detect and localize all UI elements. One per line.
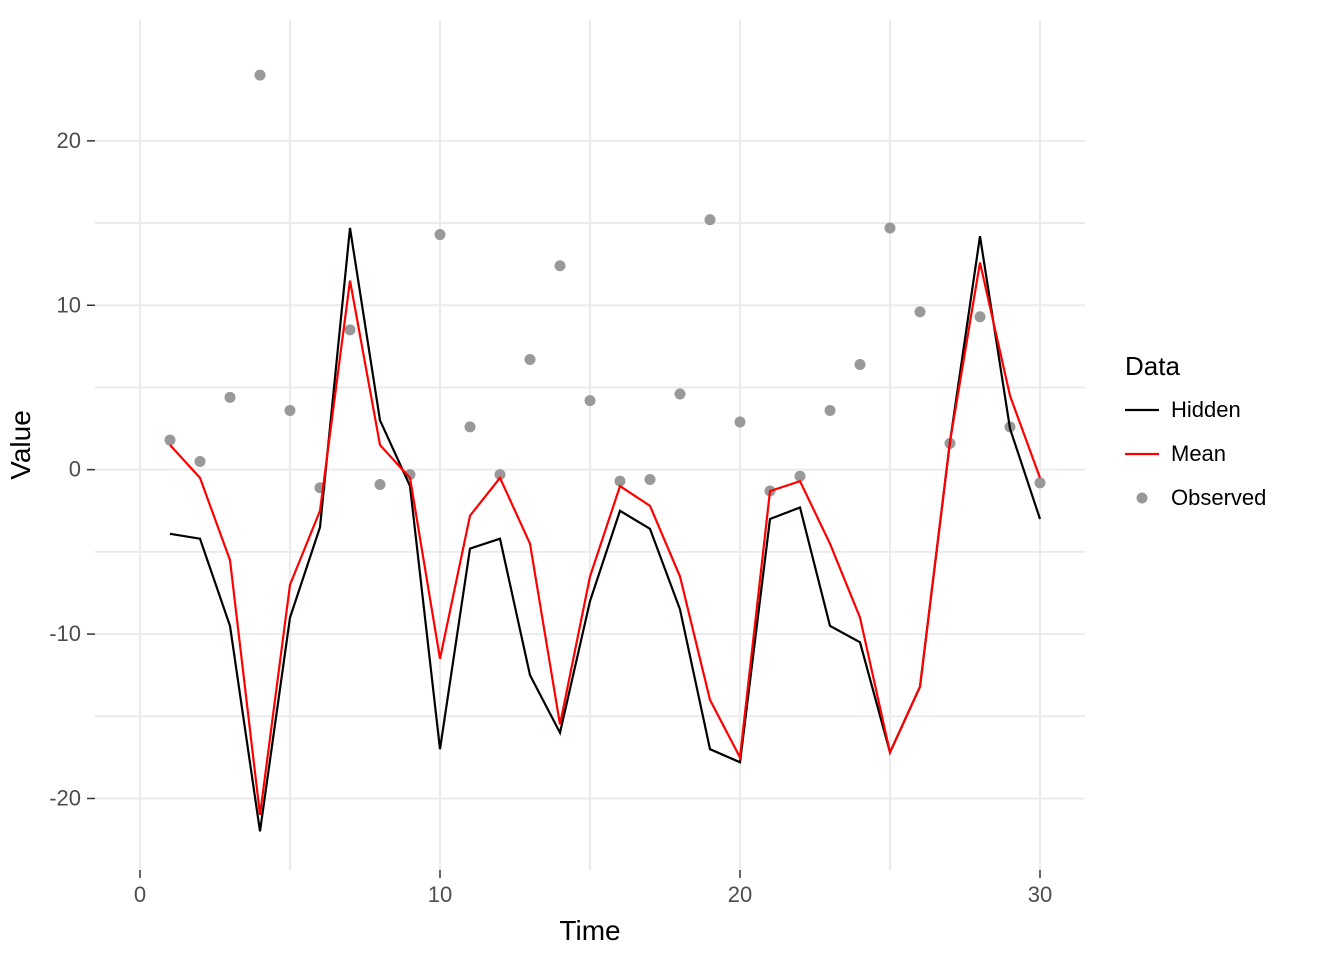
observed-point bbox=[525, 354, 536, 365]
chart-container: 0 10 20 30 Time -20 -10 0 10 20 Value Data Hidd… bbox=[0, 0, 1344, 960]
x-axis-title: Time bbox=[559, 915, 620, 946]
observed-point bbox=[165, 435, 176, 446]
chart-svg: 0 10 20 30 Time -20 -10 0 10 20 Value Data Hidd… bbox=[0, 0, 1344, 960]
observed-point bbox=[1035, 477, 1046, 488]
observed-point bbox=[195, 456, 206, 467]
x-tick-label: 10 bbox=[428, 882, 452, 907]
observed-point bbox=[735, 416, 746, 427]
legend-label: Observed bbox=[1171, 485, 1266, 510]
observed-point bbox=[285, 405, 296, 416]
observed-point bbox=[585, 395, 596, 406]
legend: Data Hidden Mean Observed bbox=[1125, 351, 1266, 513]
observed-point bbox=[975, 311, 986, 322]
y-tick-label: -20 bbox=[49, 785, 81, 810]
legend-item: Mean bbox=[1125, 439, 1226, 469]
observed-point bbox=[675, 389, 686, 400]
legend-label: Mean bbox=[1171, 441, 1226, 466]
legend-label: Hidden bbox=[1171, 397, 1241, 422]
observed-point bbox=[435, 229, 446, 240]
plot-panel bbox=[95, 20, 1085, 870]
x-tick-label: 30 bbox=[1028, 882, 1052, 907]
x-tick-label: 0 bbox=[134, 882, 146, 907]
y-tick-label: 20 bbox=[57, 128, 81, 153]
observed-point bbox=[705, 214, 716, 225]
y-axis-title: Value bbox=[5, 410, 36, 480]
observed-point bbox=[465, 421, 476, 432]
legend-items: Hidden Mean Observed bbox=[1125, 395, 1266, 513]
observed-point bbox=[915, 306, 926, 317]
observed-point bbox=[375, 479, 386, 490]
observed-point bbox=[825, 405, 836, 416]
observed-point bbox=[855, 359, 866, 370]
x-axis: 0 10 20 30 bbox=[134, 870, 1052, 907]
legend-item: Observed bbox=[1125, 483, 1266, 513]
legend-title: Data bbox=[1125, 351, 1180, 381]
y-tick-label: 10 bbox=[57, 292, 81, 317]
observed-point bbox=[555, 260, 566, 271]
y-tick-label: -10 bbox=[49, 621, 81, 646]
observed-point bbox=[225, 392, 236, 403]
y-tick-label: 0 bbox=[69, 457, 81, 482]
legend-point-icon bbox=[1137, 493, 1148, 504]
x-tick-label: 20 bbox=[728, 882, 752, 907]
legend-item: Hidden bbox=[1125, 395, 1241, 425]
observed-point bbox=[255, 70, 266, 81]
y-axis: -20 -10 0 10 20 bbox=[49, 128, 95, 811]
observed-point bbox=[645, 474, 656, 485]
observed-point bbox=[345, 324, 356, 335]
observed-point bbox=[885, 222, 896, 233]
